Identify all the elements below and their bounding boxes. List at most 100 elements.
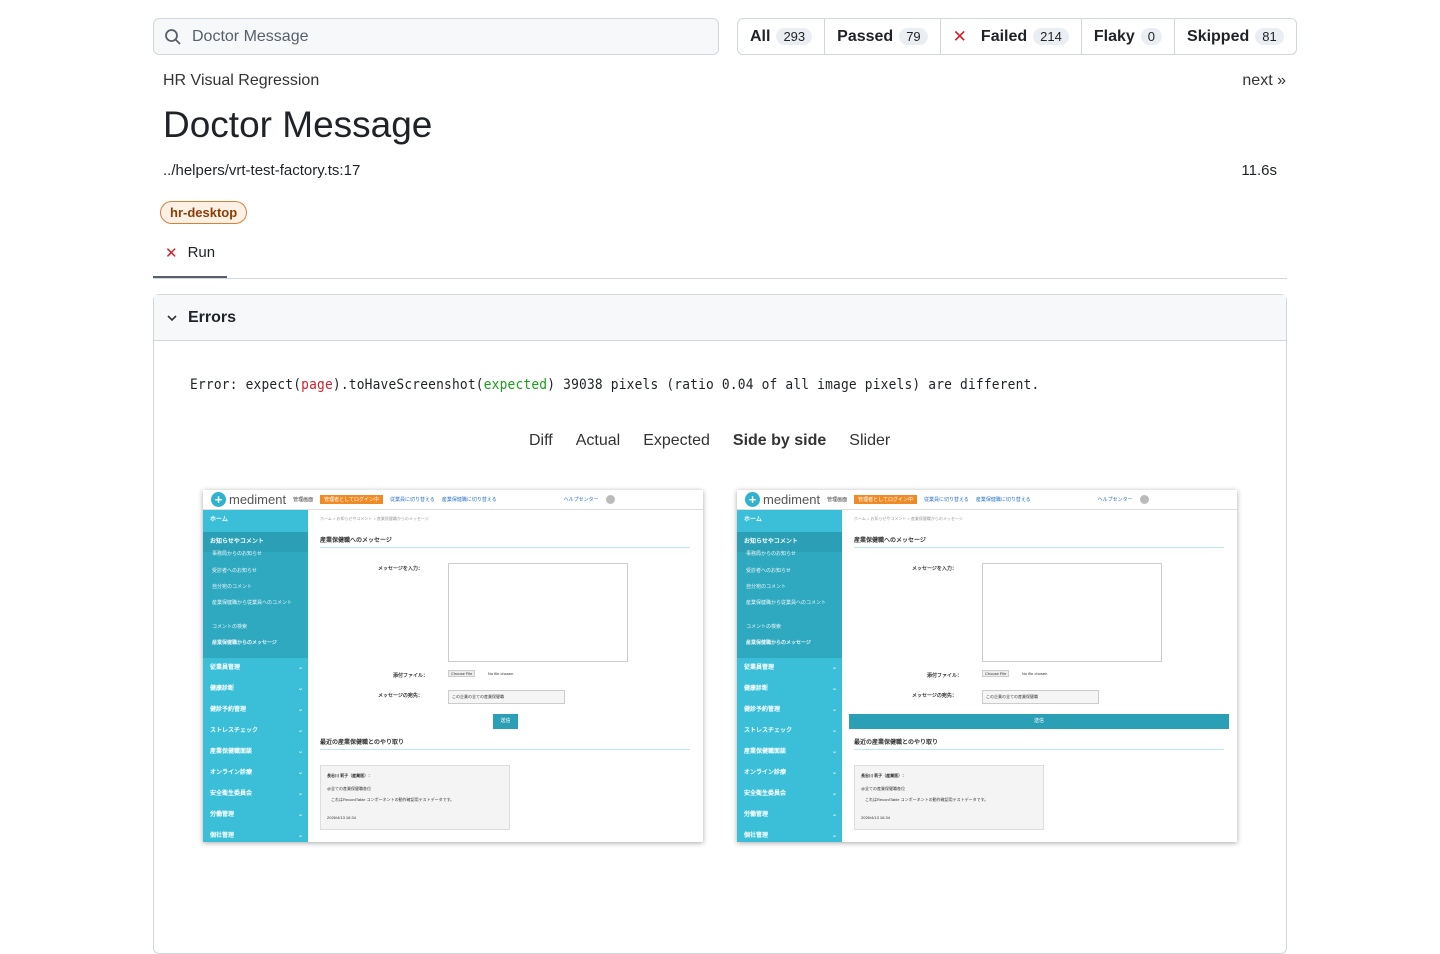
filter-count: 293 xyxy=(776,28,813,45)
message-textarea[interactable] xyxy=(448,563,628,662)
help-center-link[interactable]: ヘルプセンター xyxy=(564,496,599,503)
sidebar-item[interactable]: オンライン診療 ⌄ xyxy=(737,763,842,783)
sidebar-item-label: 従業員管理 xyxy=(744,665,775,671)
filter-failed[interactable]: ✕ Failed 214 xyxy=(941,19,1082,54)
sidebar-item-label: 従業員管理 xyxy=(210,665,241,671)
sidebar-item[interactable]: 労働管理 ⌄ xyxy=(737,805,842,825)
sidebar-subitem[interactable]: 産業保健職からのメッセージ xyxy=(746,639,811,646)
sidebar-item-label: 産業保健職面談 xyxy=(744,749,787,755)
sidebar-subitem[interactable]: 事務局からのお知らせ xyxy=(212,550,262,557)
switch-health-staff-link[interactable]: 産業保健職に切り替える xyxy=(976,496,1031,503)
sidebar-item-label: 労働管理 xyxy=(210,812,235,818)
sidebar-item[interactable]: 労働管理 ⌄ xyxy=(203,805,308,825)
sidebar-item-label: 安全衛生委員会 xyxy=(210,791,253,797)
app-header: + mediment 管理画面 管理者としてログイン中 従業員に切り替える 産業保健職に切… xyxy=(737,490,1237,510)
breadcrumb: ホーム > お知らせやコメント > 産業保健職からのメッセージ xyxy=(854,516,963,521)
sidebar-item[interactable]: 健康診断 ⌄ xyxy=(203,679,308,699)
help-center-link[interactable]: ヘルプセンター xyxy=(1098,496,1133,503)
logo-text: mediment xyxy=(763,492,821,507)
chevron-down-icon: ⌄ xyxy=(297,770,303,776)
test-duration: 11.6s xyxy=(1241,162,1277,179)
project-tag[interactable]: hr-desktop xyxy=(160,201,248,224)
admin-login-badge: 管理者としてログイン中 xyxy=(854,495,917,504)
filter-skipped[interactable]: Skipped 81 xyxy=(1175,19,1296,54)
destination-select[interactable]: この企業の全ての産業保健職 xyxy=(448,690,565,704)
sidebar-item[interactable]: 産業保健職面談 ⌄ xyxy=(203,742,308,762)
filter-flaky[interactable]: Flaky 0 xyxy=(1082,19,1176,54)
switch-employee-link[interactable]: 従業員に切り替える xyxy=(390,496,435,503)
destination-select[interactable]: この企業の全ての産業保健職 xyxy=(982,690,1099,704)
filter-label: Failed xyxy=(980,27,1028,45)
sidebar-item[interactable]: 個社管理 ⌄ xyxy=(737,826,842,842)
sidebar-item-label: 健診予約管理 xyxy=(744,707,781,713)
next-link[interactable]: next » xyxy=(1242,72,1286,90)
sidebar-item[interactable]: オンライン診療 ⌄ xyxy=(203,763,308,783)
sidebar-subitem[interactable]: 自分宛のコメント xyxy=(212,583,252,590)
switch-health-staff-link[interactable]: 産業保健職に切り替える xyxy=(442,496,497,503)
error-page-token: page xyxy=(301,377,333,393)
filter-label: All xyxy=(750,27,771,45)
sidebar-item[interactable]: 従業員管理 ⌄ xyxy=(737,658,842,678)
sidebar-subitem[interactable]: 受診者へのお知らせ xyxy=(212,567,257,574)
switch-employee-link[interactable]: 従業員に切り替える xyxy=(924,496,969,503)
tab-run[interactable]: ✕ Run xyxy=(153,240,227,279)
tab-side-by-side[interactable]: Side by side xyxy=(733,432,826,450)
status-filters: All 293 Passed 79 ✕ Failed 214 Flaky 0 Skippe… xyxy=(737,18,1297,55)
sidebar-item[interactable]: 産業保健職面談 ⌄ xyxy=(737,742,842,762)
sidebar-subitem[interactable]: 産業保健職から従業員へのコメント xyxy=(212,599,292,606)
sidebar-subitem[interactable]: コメントの検索 xyxy=(746,623,781,630)
sidebar-subitem[interactable]: 自分宛のコメント xyxy=(746,583,786,590)
failed-x-icon: ✕ xyxy=(165,245,178,262)
search-bar[interactable] xyxy=(153,18,719,55)
recent-underline xyxy=(320,749,690,750)
chevron-down-icon: ⌄ xyxy=(831,833,837,839)
sidebar-item[interactable]: 健康診断 ⌄ xyxy=(737,679,842,699)
sidebar-item-home[interactable]: ホーム xyxy=(737,510,842,530)
sidebar-item[interactable]: ストレスチェック ⌄ xyxy=(203,721,308,741)
errors-title: Errors xyxy=(188,308,237,326)
sidebar-item[interactable]: ストレスチェック ⌄ xyxy=(737,721,842,741)
sidebar-item[interactable]: 個社管理 ⌄ xyxy=(203,826,308,842)
breadcrumb: ホーム > お知らせやコメント > 産業保健職からのメッセージ xyxy=(320,516,429,521)
page-heading: 産業保健職へのメッセージ xyxy=(320,538,392,544)
sidebar-item-label: 産業保健職面談 xyxy=(210,749,253,755)
sidebar-item[interactable]: 安全衛生委員会 ⌄ xyxy=(203,784,308,804)
test-location[interactable]: ../helpers/vrt-test-factory.ts:17 xyxy=(163,162,360,179)
content: ホーム > お知らせやコメント > 産業保健職からのメッセージ 産業保健職へのメッ… xyxy=(308,510,703,842)
app-logo: + mediment xyxy=(745,492,820,507)
choose-file-button[interactable]: Choose File xyxy=(448,670,476,677)
card-recipient: @全ての産業保健職各位 xyxy=(861,786,906,791)
sidebar-item[interactable]: 健診予約管理 ⌄ xyxy=(203,700,308,720)
filter-all[interactable]: All 293 xyxy=(738,19,826,54)
search-input[interactable] xyxy=(192,27,692,46)
sidebar-subitem[interactable]: コメントの検索 xyxy=(212,623,247,630)
sidebar-group-notices[interactable]: お知らせやコメント xyxy=(203,532,308,552)
sidebar-subitem[interactable]: 受診者へのお知らせ xyxy=(746,567,791,574)
errors-header[interactable]: Errors xyxy=(154,295,1286,341)
user-avatar xyxy=(605,495,615,504)
tab-slider[interactable]: Slider xyxy=(849,432,890,450)
sidebar-item-home[interactable]: ホーム xyxy=(203,510,308,530)
sidebar-group-notices[interactable]: お知らせやコメント xyxy=(737,532,842,552)
failed-x-icon: ✕ xyxy=(952,26,967,46)
message-textarea[interactable] xyxy=(982,563,1162,662)
choose-file-button[interactable]: Choose File xyxy=(982,670,1010,677)
divider xyxy=(153,278,1287,279)
tab-actual[interactable]: Actual xyxy=(576,432,620,450)
send-button[interactable]: 送信 xyxy=(493,714,518,729)
tab-expected[interactable]: Expected xyxy=(643,432,710,450)
sidebar-item[interactable]: 従業員管理 ⌄ xyxy=(203,658,308,678)
send-button[interactable]: 送信 xyxy=(849,714,1229,729)
sidebar-subitem[interactable]: 産業保健職からのメッセージ xyxy=(212,639,277,646)
chevron-down-icon: ⌄ xyxy=(297,686,303,692)
sidebar-subitem[interactable]: 事務局からのお知らせ xyxy=(746,550,796,557)
sidebar-subitem[interactable]: 産業保健職から従業員へのコメント xyxy=(746,599,826,606)
tab-diff[interactable]: Diff xyxy=(529,432,553,450)
chevron-down-icon: ⌄ xyxy=(297,833,303,839)
project-name: HR Visual Regression xyxy=(163,72,320,89)
sidebar-item[interactable]: 健診予約管理 ⌄ xyxy=(737,700,842,720)
filter-passed[interactable]: Passed 79 xyxy=(825,19,941,54)
actual-screenshot: + mediment 管理画面 管理者としてログイン中 従業員に切り替える 産業保健職に切… xyxy=(737,490,1237,842)
sidebar-item[interactable]: 安全衛生委員会 ⌄ xyxy=(737,784,842,804)
file-label: 添付ファイル： xyxy=(927,673,963,679)
